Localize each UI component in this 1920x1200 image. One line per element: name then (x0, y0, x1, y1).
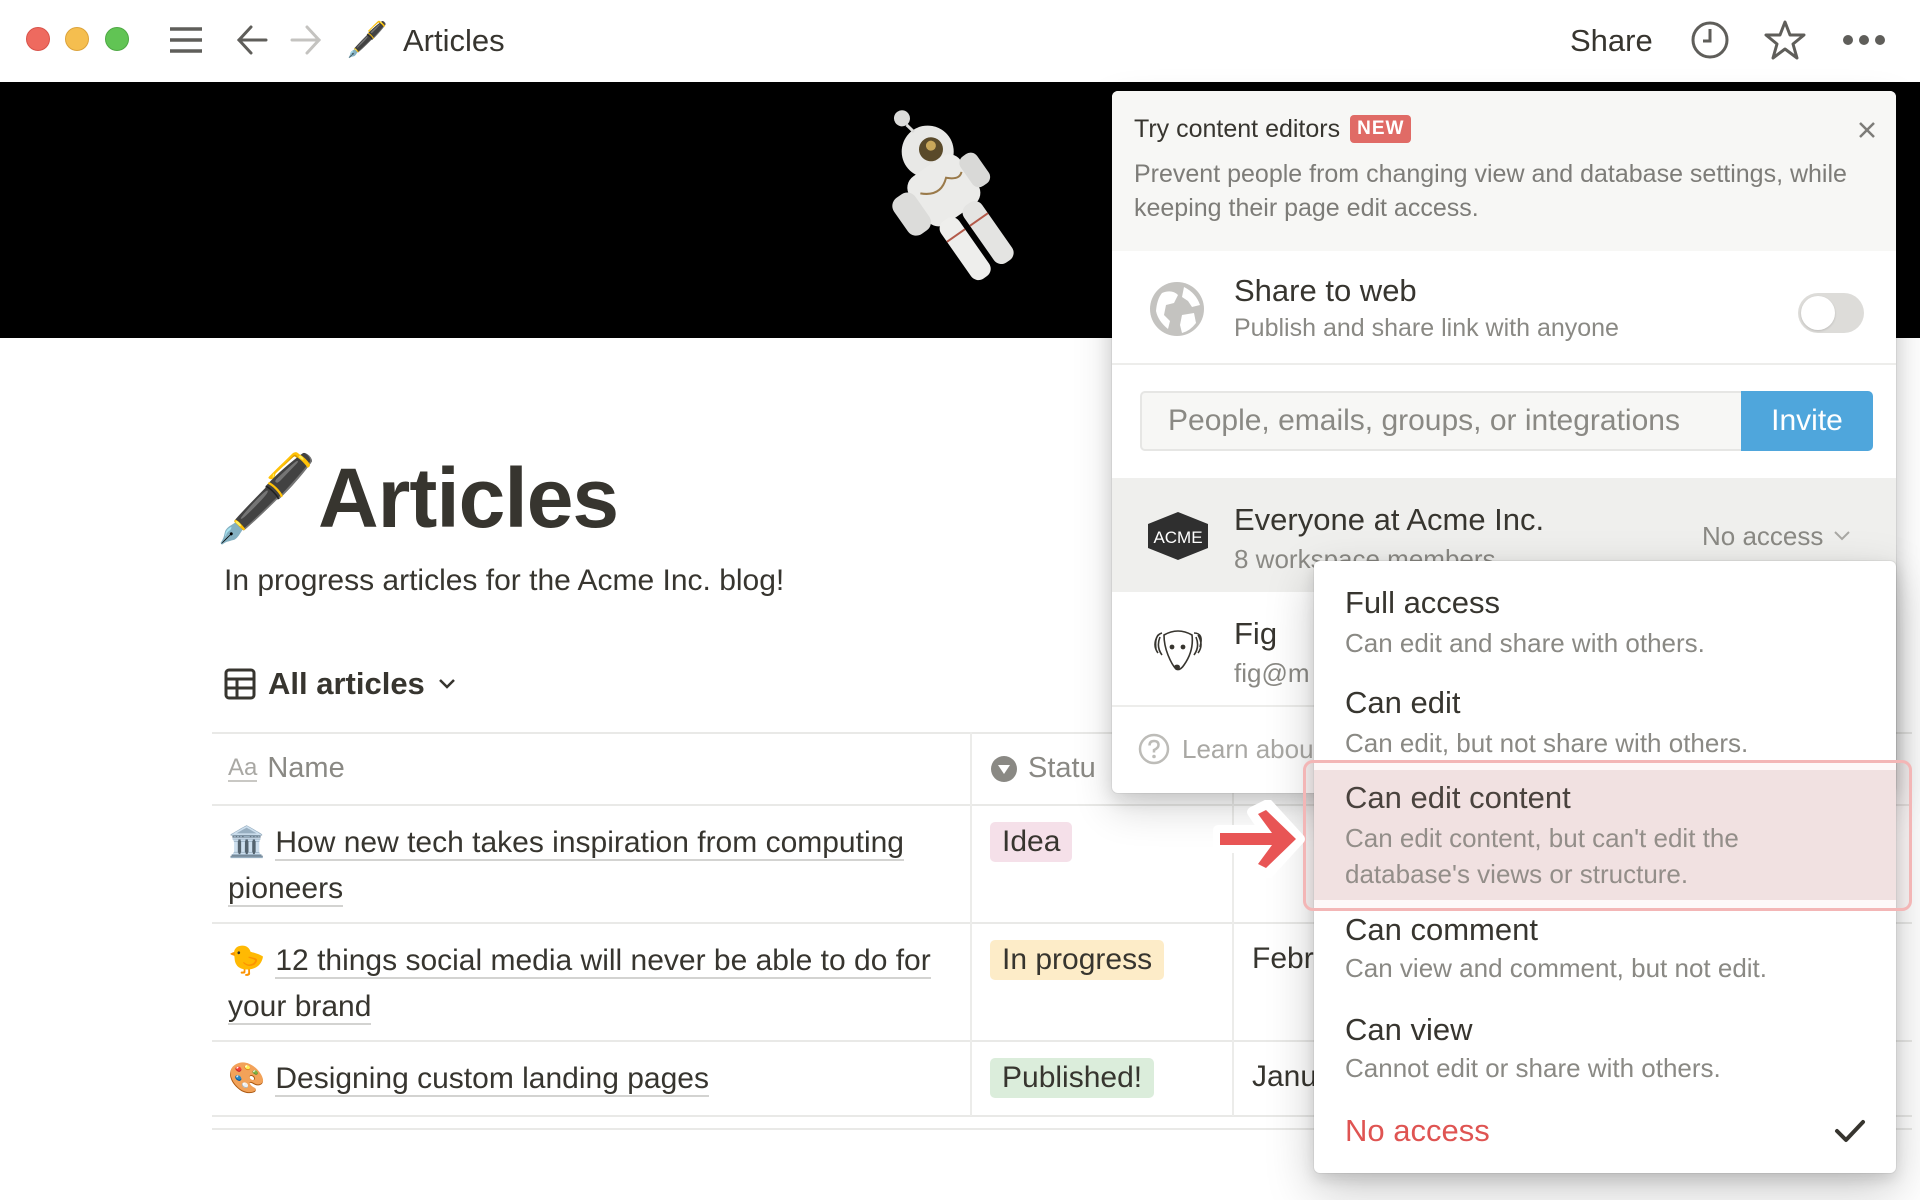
learn-link-label: Learn abou (1182, 733, 1314, 764)
menu-icon[interactable] (168, 22, 204, 58)
breadcrumb-title[interactable]: Articles (403, 22, 505, 60)
menu-item-description: Can edit, but not share with others. (1345, 728, 1749, 758)
table-row[interactable]: 🎨 Designing custom landing pages (228, 1056, 978, 1102)
content-editors-promo: Try content editors NEW Prevent people f… (1112, 91, 1896, 251)
view-selector[interactable]: All articles (224, 664, 457, 704)
column-header-label: Statu (1028, 752, 1096, 784)
text-aa-icon: Aa (228, 753, 258, 782)
astronaut-image (892, 110, 1014, 281)
row-emoji-icon: 🐤 (228, 944, 266, 977)
row-emoji-icon: 🏛️ (228, 826, 266, 859)
menu-item-full-access[interactable]: Full access Can edit and share with othe… (1314, 571, 1896, 667)
share-button[interactable]: Share (1570, 22, 1653, 60)
menu-item-title: Can edit (1345, 685, 1461, 720)
row-title[interactable]: How new tech takes inspiration from comp… (228, 826, 904, 907)
help-icon (1138, 733, 1170, 765)
acme-logo-icon: ACME (1146, 508, 1210, 564)
row-title[interactable]: Designing custom landing pages (275, 1062, 709, 1097)
promo-title: Try content editors NEW (1134, 113, 1412, 145)
status-badge[interactable]: Published! (990, 1058, 1155, 1098)
menu-item-title: Can comment (1345, 912, 1538, 947)
access-level-label: No access (1702, 521, 1824, 551)
close-icon[interactable] (1852, 115, 1882, 145)
back-arrow-icon[interactable] (234, 22, 270, 58)
view-label: All articles (268, 666, 425, 701)
invite-bar: Invite (1140, 391, 1873, 451)
share-to-web-row[interactable]: Share to web Publish and share link with… (1112, 251, 1896, 365)
page-emoji-icon[interactable]: 🖋️ (214, 450, 319, 546)
menu-item-description: Can edit content, but can't edit the dat… (1345, 823, 1739, 889)
column-header-name[interactable]: Aa Name (228, 732, 345, 805)
share-to-web-toggle[interactable] (1798, 293, 1864, 333)
menu-item-description: Cannot edit or share with others. (1345, 1053, 1721, 1083)
menu-item-can-edit[interactable]: Can edit Can edit, but not share with ot… (1314, 671, 1896, 767)
menu-item-no-access[interactable]: No access (1314, 1101, 1896, 1163)
divider (1112, 363, 1896, 365)
arrow-right-icon (1213, 800, 1305, 878)
window-zoom-button[interactable] (105, 27, 129, 51)
menu-item-description: Can edit and share with others. (1345, 628, 1705, 658)
table-icon (224, 668, 256, 700)
clock-history-icon[interactable] (1690, 21, 1730, 59)
svg-text:ACME: ACME (1153, 528, 1202, 547)
page-description[interactable]: In progress articles for the Acme Inc. b… (224, 562, 784, 600)
menu-item-can-view[interactable]: Can view Cannot edit or share with other… (1314, 1004, 1896, 1100)
promo-title-text: Try content editors (1134, 115, 1341, 143)
table-row[interactable]: 🐤 12 things social media will never be ab… (228, 938, 978, 1030)
forward-arrow-icon[interactable] (288, 22, 324, 58)
menu-item-can-edit-content[interactable]: Can edit content Can edit content, but c… (1314, 770, 1896, 900)
row-title[interactable]: 12 things social media will never be abl… (228, 944, 931, 1025)
table-row[interactable]: 🏛️ How new tech takes inspiration from co… (228, 820, 978, 912)
row-emoji-icon: 🎨 (228, 1062, 266, 1095)
menu-item-description: Can view and comment, but not edit. (1345, 953, 1768, 983)
status-badge[interactable]: In progress (990, 940, 1165, 980)
menu-item-title: No access (1345, 1113, 1490, 1148)
invite-button[interactable]: Invite (1741, 391, 1873, 451)
globe-icon (1150, 282, 1204, 336)
top-bar: 🖋️ Articles Share (0, 0, 1920, 82)
fig-dog-avatar (1146, 622, 1210, 678)
learn-about-sharing-link[interactable]: Learn abou (1138, 733, 1314, 765)
chevron-down-icon (1834, 531, 1851, 541)
star-icon[interactable] (1764, 20, 1806, 60)
menu-item-title: Can edit content (1345, 780, 1571, 815)
checkmark-icon (1835, 1120, 1865, 1142)
menu-item-can-comment[interactable]: Can comment Can view and comment, but no… (1314, 904, 1896, 1000)
page-icon: 🖋️ (346, 21, 389, 59)
column-header-label: Name (267, 752, 345, 784)
member-name: Everyone at Acme Inc. (1234, 502, 1545, 537)
toggle-knob (1801, 296, 1835, 330)
new-badge: NEW (1350, 115, 1412, 143)
status-badge[interactable]: Idea (990, 822, 1073, 862)
share-to-web-title: Share to web (1234, 273, 1417, 308)
date-cell[interactable]: Janu (1252, 1060, 1317, 1094)
access-level-menu: Full access Can edit and share with othe… (1314, 561, 1896, 1173)
promo-text: Prevent people from changing view and da… (1134, 160, 1847, 222)
chevron-down-icon (438, 679, 455, 689)
access-level-dropdown[interactable]: No access (1702, 518, 1851, 554)
menu-item-title: Can view (1345, 1012, 1473, 1047)
member-email: fig@m (1234, 658, 1310, 688)
more-icon[interactable] (1842, 22, 1886, 58)
column-header-status[interactable]: Statu (990, 732, 1096, 805)
share-to-web-subtitle: Publish and share link with anyone (1234, 314, 1619, 342)
window-close-button[interactable] (26, 27, 50, 51)
date-cell[interactable]: Febr (1252, 942, 1314, 976)
page-title[interactable]: Articles (318, 448, 619, 548)
member-name: Fig (1234, 616, 1278, 651)
status-icon (991, 755, 1017, 782)
window-minimize-button[interactable] (65, 27, 89, 51)
invite-input[interactable] (1140, 391, 1741, 451)
menu-item-title: Full access (1345, 585, 1501, 620)
